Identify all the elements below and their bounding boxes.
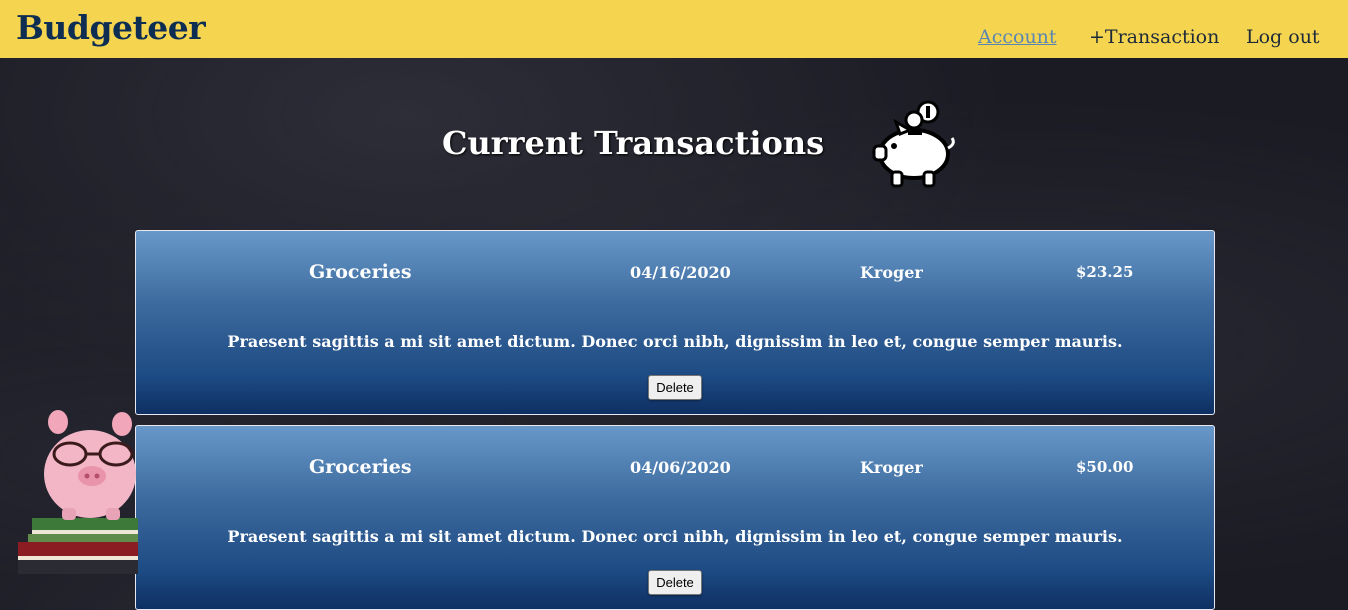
page-title: Current Transactions <box>442 124 825 162</box>
nav-logout-link[interactable]: Log out <box>1246 26 1320 48</box>
transaction-description: Praesent sagittis a mi sit amet dictum. … <box>227 527 1123 546</box>
transaction-date: 04/16/2020 <box>630 263 731 282</box>
transaction-date: 04/06/2020 <box>630 458 731 477</box>
transaction-amount: $23.25 <box>1076 263 1134 281</box>
transaction-vendor: Kroger <box>860 458 923 477</box>
piggy-bank-glasses-books-image <box>18 410 138 574</box>
transaction-amount: $50.00 <box>1076 458 1134 476</box>
transaction-description: Praesent sagittis a mi sit amet dictum. … <box>227 332 1123 351</box>
transaction-card: Groceries 04/16/2020 Kroger $23.25 Praes… <box>135 230 1215 415</box>
transaction-category: Groceries <box>309 456 412 478</box>
nav-account-link[interactable]: Account <box>978 26 1057 48</box>
nav-add-transaction-link[interactable]: +Transaction <box>1089 26 1219 48</box>
navbar: Budgeteer Account +Transaction Log out <box>0 0 1348 58</box>
transaction-vendor: Kroger <box>860 263 923 282</box>
piggy-bank-coin-icon <box>872 100 955 188</box>
transaction-card: Groceries 04/06/2020 Kroger $50.00 Praes… <box>135 425 1215 610</box>
delete-button[interactable]: Delete <box>648 375 702 400</box>
brand-logo[interactable]: Budgeteer <box>16 8 206 47</box>
transaction-category: Groceries <box>309 261 412 283</box>
